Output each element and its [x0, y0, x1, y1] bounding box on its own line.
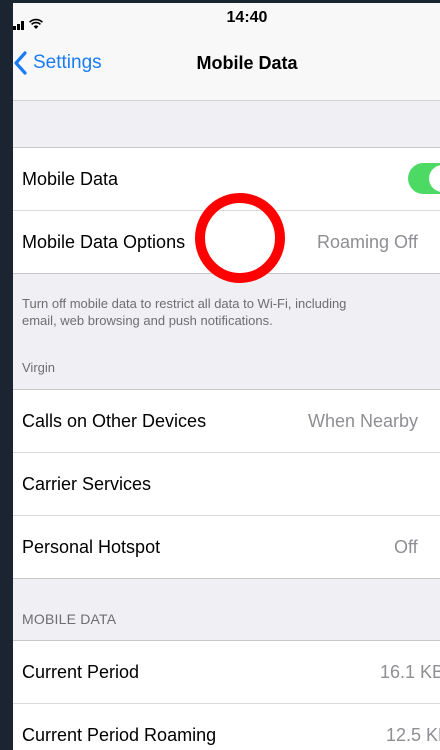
current-period-row: Current Period 16.1 KB: [13, 641, 440, 704]
mobile-data-label: Mobile Data: [22, 169, 119, 189]
mobile-data-options-value: Roaming Off: [317, 232, 418, 252]
calls-on-other-devices-label: Calls on Other Devices: [22, 411, 207, 431]
current-period-value: 16.1 KB: [380, 662, 440, 682]
annotation-circle: [195, 193, 285, 283]
carrier-name: Virgin: [22, 360, 56, 375]
personal-hotspot-label: Personal Hotspot: [22, 537, 161, 557]
usage-group: Current Period 16.1 KB Current Period Ro…: [13, 640, 440, 750]
current-period-roaming-label: Current Period Roaming: [22, 725, 217, 745]
current-period-label: Current Period: [22, 662, 140, 682]
mobile-data-section-header: MOBILE DATA: [22, 611, 117, 627]
settings-screen: 14:40 Settings Mobile Data Mobile Data M…: [13, 3, 440, 750]
calls-on-other-devices-row[interactable]: Calls on Other Devices When Nearby: [13, 390, 440, 453]
status-time: 14:40: [226, 9, 268, 26]
current-period-roaming-row: Current Period Roaming 12.5 KB: [13, 704, 440, 750]
carrier-services-row[interactable]: Carrier Services: [13, 453, 440, 516]
carrier-group: Calls on Other Devices When Nearby Carri…: [13, 389, 440, 579]
footer-note-line-2: email, web browsing and push notificatio…: [22, 313, 273, 328]
mobile-data-toggle[interactable]: [408, 163, 440, 194]
footer-note-line-1: Turn off mobile data to restrict all dat…: [22, 296, 347, 311]
current-period-roaming-value: 12.5 KB: [386, 725, 440, 745]
personal-hotspot-row[interactable]: Personal Hotspot Off: [13, 516, 440, 578]
mobile-data-footer-note: Turn off mobile data to restrict all dat…: [22, 295, 440, 329]
carrier-services-label: Carrier Services: [22, 474, 152, 494]
toggle-knob: [429, 165, 440, 192]
mobile-data-options-label: Mobile Data Options: [22, 232, 186, 252]
page-title: Mobile Data: [196, 53, 298, 73]
personal-hotspot-value: Off: [394, 537, 418, 557]
calls-on-other-devices-value: When Nearby: [308, 411, 419, 431]
status-bar: 14:40: [13, 3, 440, 36]
navigation-bar: Settings Mobile Data: [13, 36, 440, 101]
device-frame-left: [0, 0, 13, 750]
